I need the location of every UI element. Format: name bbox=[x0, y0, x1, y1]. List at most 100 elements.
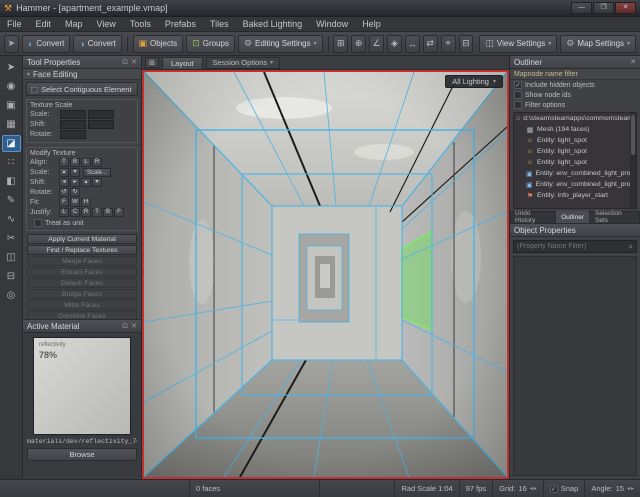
menu-window[interactable]: Window bbox=[309, 17, 355, 31]
rotate-field[interactable] bbox=[60, 130, 86, 139]
minimize-button[interactable]: — bbox=[571, 2, 592, 14]
find-replace-textures-button[interactable]: Find / Replace Textures bbox=[27, 245, 137, 255]
tree-root[interactable]: ⌂ d:\steam\steamapps\common\steamvr\tool… bbox=[514, 113, 636, 124]
close-icon[interactable]: ✕ bbox=[131, 58, 137, 66]
tab-undo-history[interactable]: Undo History bbox=[510, 210, 557, 224]
property-filter-input[interactable] bbox=[517, 243, 626, 250]
layout-grid-icon[interactable]: ⊞ bbox=[145, 57, 159, 68]
snap-rotation-toggle[interactable]: ∠ bbox=[369, 34, 385, 53]
tool-paint[interactable]: ✎ bbox=[2, 192, 21, 209]
angle-increase-button[interactable]: ▸ bbox=[631, 485, 634, 492]
treat-as-unit-checkbox[interactable] bbox=[34, 219, 42, 227]
titlebar[interactable]: ⚒ Hammer - [apartment_example.vmap] — ❐ … bbox=[0, 0, 640, 17]
snap-control[interactable]: ✓ Snap bbox=[544, 480, 586, 497]
pivot-mode-toggle[interactable]: ⌖ bbox=[440, 34, 456, 53]
filter-options-row[interactable]: Filter options bbox=[510, 100, 640, 110]
rotate-cw-button[interactable]: ↻ bbox=[70, 188, 80, 197]
align-top-button[interactable]: T bbox=[59, 158, 69, 167]
align-right-button[interactable]: R bbox=[92, 158, 102, 167]
show-node-ids-row[interactable]: Show node ids bbox=[510, 90, 640, 100]
mitre-faces-button[interactable]: Mitre Faces bbox=[27, 300, 137, 310]
justify-left-button[interactable]: L bbox=[59, 208, 69, 217]
snap-to-vertex-toggle[interactable]: ⊕ bbox=[351, 34, 367, 53]
combine-faces-button[interactable]: Combine Faces bbox=[27, 311, 137, 319]
tool-select[interactable]: ➤ bbox=[2, 59, 21, 76]
menu-help[interactable]: Help bbox=[355, 17, 388, 31]
convert-button-2[interactable]: ◑ Convert bbox=[73, 34, 122, 53]
tool-cordon[interactable]: ⊟ bbox=[2, 268, 21, 285]
objects-button[interactable]: ▣ Objects bbox=[132, 34, 184, 53]
fit-height-button[interactable]: H bbox=[81, 198, 91, 207]
tree-item-light-probe[interactable]: ▣ Entity: env_combined_light_probe_volum… bbox=[514, 168, 636, 179]
lighting-mode-dropdown[interactable]: All Lighting ▾ bbox=[445, 75, 503, 88]
treat-as-unit-row[interactable]: Treat as unit bbox=[30, 218, 134, 228]
shift-left-button[interactable]: ◂ bbox=[59, 178, 69, 187]
menu-baked-lighting[interactable]: Baked Lighting bbox=[236, 17, 310, 31]
close-button[interactable]: ✕ bbox=[615, 2, 636, 14]
pin-icon[interactable]: ⊡ bbox=[122, 58, 128, 66]
include-hidden-objects-checkbox[interactable]: ✓ bbox=[514, 81, 522, 89]
texture-lock-toggle[interactable]: ◈ bbox=[387, 34, 402, 53]
tab-outliner[interactable]: Outliner bbox=[556, 211, 591, 223]
tree-scrollbar[interactable] bbox=[630, 113, 636, 208]
justify-top-button[interactable]: T bbox=[92, 208, 102, 217]
3d-scene[interactable] bbox=[144, 72, 507, 477]
convert-button-1[interactable]: ◐ Convert bbox=[21, 34, 71, 53]
menu-file[interactable]: File bbox=[0, 17, 29, 31]
scale-up-button[interactable]: ▴ bbox=[59, 168, 69, 177]
show-node-ids-checkbox[interactable] bbox=[514, 91, 522, 99]
select-mode-icon[interactable]: ➤ bbox=[4, 34, 19, 53]
tool-entities[interactable]: ◉ bbox=[2, 78, 21, 95]
session-options-dropdown[interactable]: Session Options ▾ bbox=[205, 56, 281, 69]
shift-x-field[interactable] bbox=[60, 120, 86, 129]
tool-clipping[interactable]: ✂ bbox=[2, 230, 21, 247]
uniform-scale-toggle[interactable]: ↔ bbox=[404, 34, 420, 53]
bridge-faces-button[interactable]: Bridge Faces bbox=[27, 289, 137, 299]
merge-faces-button[interactable]: Merge Faces bbox=[27, 256, 137, 266]
face-editing-section[interactable]: ▾ Face Editing bbox=[23, 69, 141, 80]
snap-to-grid-toggle[interactable]: ⊞ bbox=[333, 34, 349, 53]
map-settings-button[interactable]: ⚙ Map Settings ▾ bbox=[560, 34, 637, 53]
shift-down-button[interactable]: ▾ bbox=[92, 178, 102, 187]
layout-tab[interactable]: Layout bbox=[162, 56, 203, 69]
angle-decrease-button[interactable]: ◂ bbox=[627, 485, 630, 492]
grid-display-toggle[interactable]: ⊟ bbox=[458, 34, 474, 53]
snap-checkbox[interactable]: ✓ bbox=[549, 484, 558, 493]
close-icon[interactable]: ✕ bbox=[630, 58, 636, 66]
include-hidden-objects-row[interactable]: ✓ Include hidden objects bbox=[510, 80, 640, 90]
menu-tiles[interactable]: Tiles bbox=[203, 17, 236, 31]
tool-vertices[interactable]: ∷ bbox=[2, 154, 21, 171]
pin-icon[interactable]: ⊡ bbox=[122, 322, 128, 330]
editing-settings-button[interactable]: ⚙ Editing Settings ▾ bbox=[237, 34, 323, 53]
browse-material-button[interactable]: Browse bbox=[27, 448, 137, 461]
tool-meshes[interactable]: ▦ bbox=[2, 116, 21, 133]
tool-materials[interactable]: ◧ bbox=[2, 173, 21, 190]
fit-width-button[interactable]: W bbox=[70, 198, 80, 207]
tool-camera[interactable]: ◎ bbox=[2, 287, 21, 304]
shift-y-field[interactable] bbox=[88, 120, 114, 129]
tree-item-light-spot[interactable]: ☼ Entity: light_spot bbox=[514, 135, 636, 146]
scale-x-field[interactable] bbox=[60, 110, 86, 119]
world-local-toggle[interactable]: ⇄ bbox=[422, 34, 438, 53]
tool-faces[interactable]: ◪ bbox=[1, 135, 21, 152]
tool-mirror[interactable]: ◫ bbox=[2, 249, 21, 266]
menu-prefabs[interactable]: Prefabs bbox=[158, 17, 203, 31]
material-preview[interactable]: reflectivity 78% bbox=[33, 337, 131, 435]
tool-blocks[interactable]: ▣ bbox=[2, 97, 21, 114]
filter-options-checkbox[interactable] bbox=[514, 101, 522, 109]
justify-center-button[interactable]: C bbox=[70, 208, 80, 217]
apply-current-material-button[interactable]: Apply Current Material bbox=[27, 234, 137, 244]
tree-item-light-probe[interactable]: ▣ Entity: env_combined_light_probe_volum… bbox=[514, 179, 636, 190]
tree-item-light-spot[interactable]: ☼ Entity: light_spot bbox=[514, 146, 636, 157]
tree-item-light-spot[interactable]: ☼ Entity: light_spot bbox=[514, 157, 636, 168]
groups-button[interactable]: ⊡ Groups bbox=[186, 34, 235, 53]
justify-fit-button[interactable]: F bbox=[114, 208, 124, 217]
menu-view[interactable]: View bbox=[90, 17, 123, 31]
view-settings-button[interactable]: ◫ View Settings ▾ bbox=[479, 34, 558, 53]
grid-decrease-button[interactable]: ◂ bbox=[530, 485, 533, 492]
detach-faces-button[interactable]: Detach Faces bbox=[27, 278, 137, 288]
shift-up-button[interactable]: ▴ bbox=[81, 178, 91, 187]
menu-map[interactable]: Map bbox=[58, 17, 90, 31]
justify-right-button[interactable]: R bbox=[81, 208, 91, 217]
scrollbar-thumb[interactable] bbox=[631, 115, 635, 155]
